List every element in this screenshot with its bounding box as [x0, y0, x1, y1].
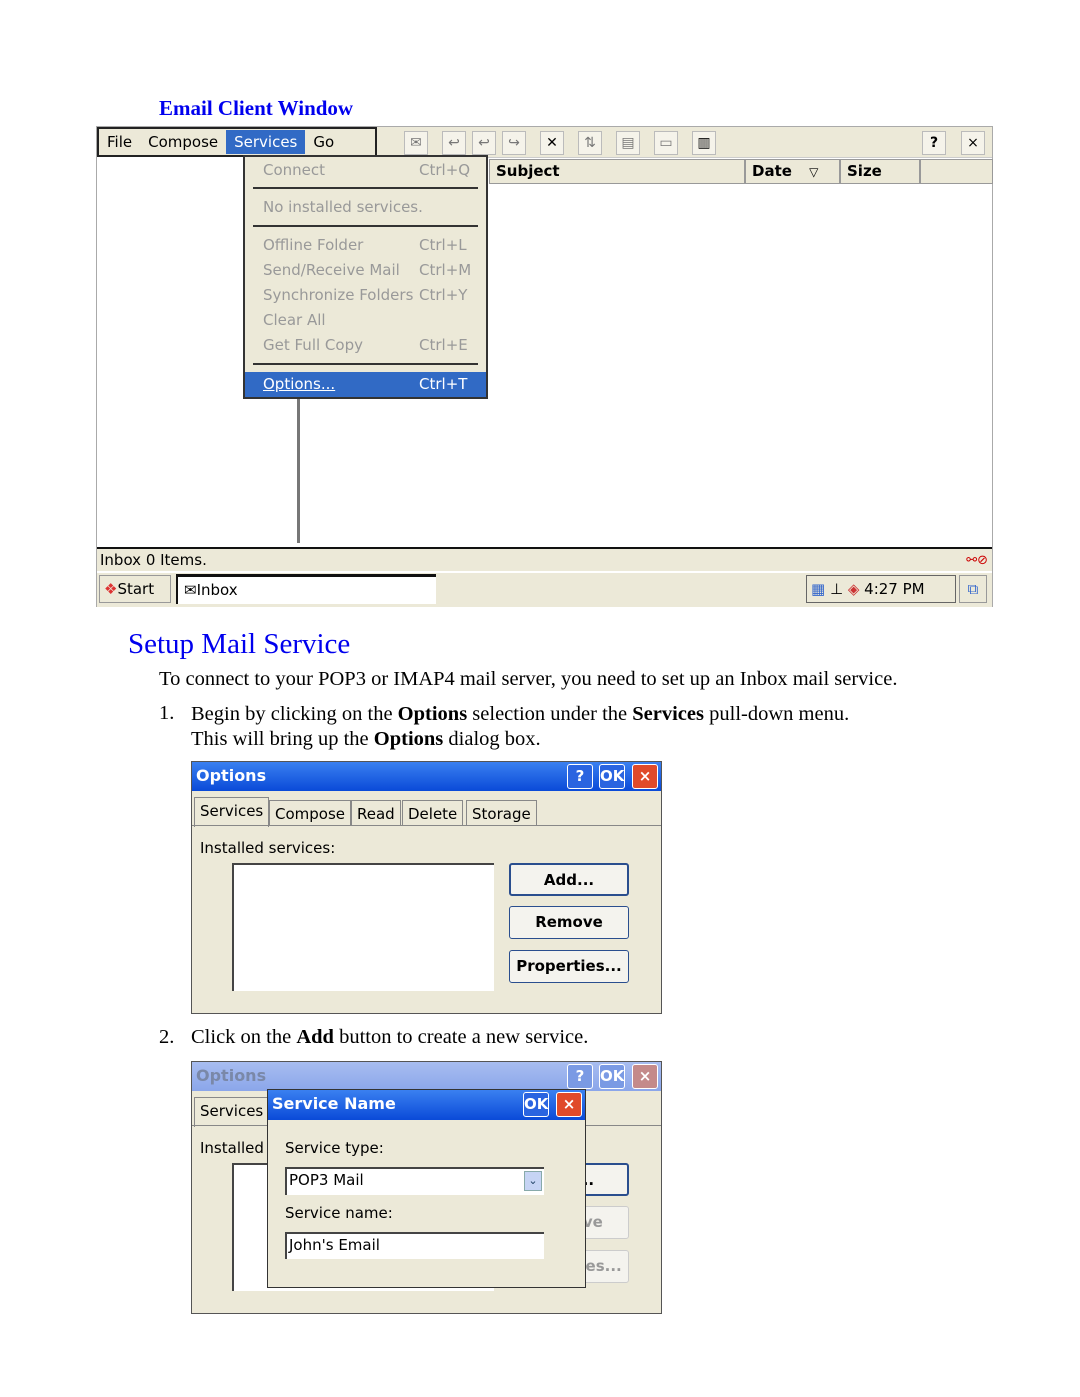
- task-inbox[interactable]: ✉Inbox: [176, 574, 436, 604]
- column-date[interactable]: Date ▽: [745, 159, 840, 184]
- network-icon[interactable]: ⊥: [830, 580, 843, 598]
- help-icon[interactable]: ?: [922, 131, 946, 155]
- close-icon[interactable]: ×: [961, 131, 985, 155]
- tab-services[interactable]: Services: [194, 1097, 270, 1127]
- menu-go[interactable]: Go: [305, 130, 342, 154]
- step-2-text: Click on the Add button to create a new …: [191, 1026, 589, 1048]
- chevron-down-icon[interactable]: ⌄: [524, 1171, 542, 1191]
- email-client-window: File Compose Services Go ✉ ↩ ↩ ↪ ✕ ⇅ ▤ ▭…: [96, 126, 993, 607]
- service-name-input[interactable]: John's Email: [285, 1232, 544, 1259]
- windows-logo-icon: ❖: [104, 580, 118, 598]
- installed-services-list[interactable]: [232, 863, 494, 991]
- reply-all-icon[interactable]: ↩: [472, 131, 496, 155]
- folder-list-icon[interactable]: ▭: [654, 131, 678, 155]
- help-button[interactable]: ?: [567, 1064, 593, 1089]
- input-panel-icon[interactable]: ▦: [811, 580, 825, 598]
- taskbar: ❖Start ✉Inbox ▦ ⊥ ◈ 4:27 PM ⧉: [97, 573, 992, 607]
- options-title-bar: Options ? OK ×: [192, 762, 661, 791]
- address-book-icon[interactable]: ▥: [692, 131, 716, 155]
- remove-button[interactable]: Remove: [509, 906, 629, 939]
- service-type-label: Service type:: [285, 1139, 384, 1157]
- delete-icon[interactable]: ✕: [540, 131, 564, 155]
- menu-item-clear-all[interactable]: Clear All: [263, 311, 478, 333]
- installed-services-label: Installed services:: [200, 839, 336, 857]
- move-icon[interactable]: ▤: [616, 131, 640, 155]
- task-label: Inbox: [196, 581, 238, 599]
- step-1-text: Begin by clicking on the Options selecti…: [191, 703, 850, 750]
- tab-storage[interactable]: Storage: [466, 800, 537, 826]
- menu-item-offline-folder[interactable]: Offline Folder Ctrl+L: [263, 236, 478, 258]
- forward-icon[interactable]: ↪: [502, 131, 526, 155]
- ok-button[interactable]: OK: [599, 764, 625, 789]
- new-message-icon[interactable]: ✉: [404, 131, 428, 155]
- tab-delete[interactable]: Delete: [402, 800, 464, 826]
- ok-button[interactable]: OK: [599, 1064, 625, 1089]
- properties-button[interactable]: Properties...: [509, 950, 629, 983]
- status-bar: Inbox 0 Items. ⚯⊘: [97, 547, 992, 571]
- service-name-title-bar: Service Name OK ×: [268, 1090, 585, 1120]
- start-button[interactable]: ❖Start: [99, 575, 171, 603]
- intro-text: To connect to your POP3 or IMAP4 mail se…: [159, 668, 898, 690]
- menu-compose[interactable]: Compose: [140, 130, 226, 154]
- step-2-number: 2.: [159, 1026, 175, 1048]
- desktop-icon[interactable]: ⧉: [959, 575, 987, 603]
- services-dropdown: Connect Ctrl+Q No installed services. Off…: [243, 155, 488, 399]
- tab-read[interactable]: Read: [351, 800, 401, 826]
- options-dialog: Options ? OK × Services Compose Read Del…: [191, 761, 662, 1014]
- menu-item-connect[interactable]: Connect Ctrl+Q: [263, 161, 478, 183]
- inbox-icon: ✉: [184, 581, 197, 599]
- column-subject[interactable]: Subject: [489, 159, 745, 184]
- service-name-label: Service name:: [285, 1204, 393, 1222]
- installed-label: Installed: [200, 1139, 264, 1157]
- service-name-dialog: Service Name OK × Service type: POP3 Mai…: [267, 1089, 586, 1288]
- section-heading: Setup Mail Service: [128, 628, 351, 660]
- step-1-number: 1.: [159, 702, 175, 724]
- close-button[interactable]: ×: [556, 1092, 582, 1117]
- status-text: Inbox 0 Items.: [100, 551, 207, 569]
- menu-services[interactable]: Services: [226, 130, 306, 154]
- sync-icon[interactable]: ◈: [848, 580, 860, 598]
- tab-compose[interactable]: Compose: [269, 800, 352, 826]
- ok-button[interactable]: OK: [523, 1092, 549, 1117]
- reply-icon[interactable]: ↩: [442, 131, 466, 155]
- system-tray: ▦ ⊥ ◈ 4:27 PM: [806, 575, 956, 603]
- menu-item-get-full-copy[interactable]: Get Full Copy Ctrl+E: [263, 336, 478, 358]
- tab-services[interactable]: Services: [194, 797, 270, 827]
- menu-item-no-services: No installed services.: [263, 198, 423, 216]
- figure-caption: Email Client Window: [159, 96, 354, 120]
- menu-file[interactable]: File: [99, 130, 140, 154]
- menu-item-options[interactable]: Options... Ctrl+T: [245, 372, 486, 397]
- add-button[interactable]: Add...: [509, 863, 629, 896]
- service-type-select[interactable]: POP3 Mail ⌄: [285, 1167, 544, 1195]
- connection-icon: ⚯⊘: [966, 553, 988, 568]
- menu-bar: File Compose Services Go: [97, 127, 377, 157]
- column-filler: [920, 159, 993, 184]
- clock: 4:27 PM: [864, 580, 925, 598]
- close-button[interactable]: ×: [632, 764, 658, 789]
- menu-item-synchronize[interactable]: Synchronize Folders Ctrl+Y: [263, 286, 478, 308]
- sort-desc-icon: ▽: [809, 165, 819, 179]
- options-dialog-inactive: Options ? OK × Services Installed Add...…: [191, 1061, 662, 1314]
- menu-item-send-receive[interactable]: Send/Receive Mail Ctrl+M: [263, 261, 478, 283]
- help-button[interactable]: ?: [567, 764, 593, 789]
- send-receive-icon[interactable]: ⇅: [578, 131, 602, 155]
- column-size[interactable]: Size: [840, 159, 920, 184]
- start-label: Start: [117, 580, 155, 598]
- toolbar: ✉ ↩ ↩ ↪ ✕ ⇅ ▤ ▭ ▥ ? ×: [377, 127, 992, 158]
- pane-splitter[interactable]: [297, 397, 300, 543]
- column-date-label: Date: [752, 162, 792, 180]
- options-title-bar-inactive: Options ? OK ×: [192, 1062, 661, 1091]
- close-button[interactable]: ×: [632, 1064, 658, 1089]
